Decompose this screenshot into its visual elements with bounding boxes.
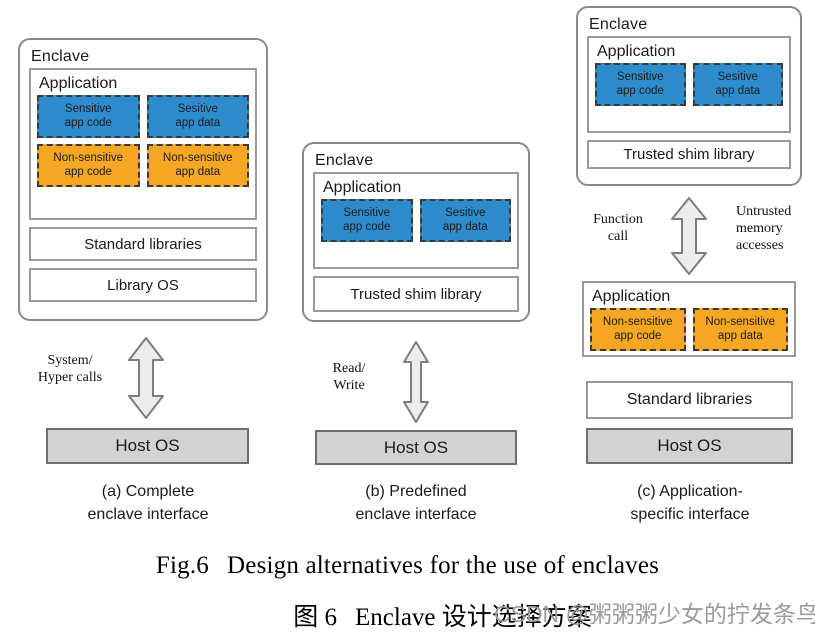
subcaption-c: (c) Application- specific interface (584, 480, 796, 526)
figure-caption-text-zh: Enclave 设计选择方案 (355, 604, 592, 631)
cell-line1: Sensitive (616, 71, 664, 83)
read-write-arrow-b (401, 340, 431, 424)
read-write-label-b: Read/ Write (308, 360, 390, 394)
cell-line1: Sensitive (343, 207, 391, 219)
enclave-box-a: Enclave Application Sensitive app code S… (18, 38, 268, 321)
untrusted-memory-accesses-label-c: Untrusted memory accesses (736, 203, 815, 254)
non-sensitive-app-data-a: Non-sensitive app data (146, 144, 249, 187)
figure-caption-number-en: Fig.6 (155, 552, 210, 579)
enclave-title-c: Enclave (589, 16, 648, 33)
cell-line1: Non-sensitive (602, 316, 673, 328)
host-os-box-c: Host OS (586, 428, 793, 464)
sensitive-app-data-a: Sesitive app data (146, 95, 249, 138)
application-box-c: Application Sensitive app code Sesitive … (587, 36, 791, 133)
cell-line2: app code (616, 84, 664, 97)
cell-line2: app data (175, 116, 221, 129)
cell-line2: app data (715, 84, 761, 97)
figure-caption-english: Fig.6 Design alternatives for the use of … (0, 552, 815, 580)
application-box-a: Application Sensitive app code Sesitive … (29, 68, 257, 220)
sensitive-cell-row-b: Sensitive app code Sesitive app data (321, 199, 511, 242)
arrow-label-line2: Write (333, 378, 365, 393)
outer-application-title-c: Application (592, 288, 671, 305)
subcaption-b: (b) Predefined enclave interface (311, 480, 521, 526)
arrow-label-line3: accesses (736, 238, 784, 253)
subcaption-line1: (a) Complete (101, 483, 195, 500)
application-title-a: Application (39, 75, 118, 92)
application-title-b: Application (323, 179, 402, 196)
non-sensitive-app-code-c: Non-sensitive app code (590, 308, 686, 351)
enclave-box-b: Enclave Application Sensitive app code S… (302, 142, 530, 322)
application-box-b: Application Sensitive app code Sesitive … (313, 172, 519, 269)
cell-line2: app code (614, 329, 662, 342)
function-call-label-c: Function call (574, 211, 662, 245)
subcaption-a: (a) Complete enclave interface (43, 480, 253, 526)
host-os-box-a: Host OS (46, 428, 249, 464)
subcaption-line2: enclave interface (87, 506, 209, 523)
non-sensitive-app-data-c: Non-sensitive app data (692, 308, 788, 351)
sensitive-cell-row-a: Sensitive app code Sesitive app data (37, 95, 249, 138)
sensitive-app-data-c: Sesitive app data (692, 63, 783, 106)
system-hyper-calls-label-a: System/ Hyper calls (20, 352, 120, 386)
figure-caption-chinese: 图 6 Enclave 设计选择方案 (0, 597, 815, 633)
sensitive-app-code-a: Sensitive app code (37, 95, 140, 138)
host-os-box-b: Host OS (315, 430, 517, 465)
sensitive-app-code-c: Sensitive app code (595, 63, 686, 106)
library-os-bar-a: Library OS (29, 268, 257, 302)
enclave-title-b: Enclave (315, 152, 374, 169)
system-hyper-calls-arrow-a (126, 336, 166, 420)
cell-line1: Non-sensitive (162, 152, 233, 164)
arrow-label-line1: Untrusted (736, 204, 792, 219)
cell-line1: Sensitive (64, 103, 112, 115)
enclave-title-a: Enclave (31, 48, 90, 65)
cell-line2: app code (64, 116, 112, 129)
outer-non-sensitive-cell-row-c: Non-sensitive app code Non-sensitive app… (590, 308, 788, 351)
arrow-label-line1: Function (593, 212, 643, 227)
arrow-label-line1: System/ (47, 353, 93, 368)
standard-libraries-box-c: Standard libraries (586, 381, 793, 419)
cell-line1: Sesitive (445, 207, 486, 219)
figure-caption-number-zh: 图 6 (293, 604, 337, 631)
subcaption-line1: (c) Application- (637, 483, 743, 500)
cell-line1: Sesitive (717, 71, 758, 83)
trusted-shim-library-bar-c: Trusted shim library (587, 140, 791, 169)
non-sensitive-cell-row-a: Non-sensitive app code Non-sensitive app… (37, 144, 249, 187)
arrow-label-line2: call (607, 229, 629, 244)
cell-line2: app data (717, 329, 763, 342)
arrow-label-line1: Read/ (332, 361, 366, 376)
sensitive-app-data-b: Sesitive app data (419, 199, 511, 242)
sensitive-cell-row-c: Sensitive app code Sesitive app data (595, 63, 783, 106)
trusted-shim-library-bar-b: Trusted shim library (313, 276, 519, 312)
subcaption-line1: (b) Predefined (365, 483, 467, 500)
cell-line1: Non-sensitive (53, 152, 124, 164)
arrow-label-line2: Hyper calls (37, 370, 103, 385)
figure-caption-text-en: Design alternatives for the use of encla… (227, 552, 660, 579)
outer-application-box-c: Application Non-sensitive app code Non-s… (582, 281, 796, 357)
cell-line1: Non-sensitive (705, 316, 776, 328)
cell-line2: app data (175, 165, 221, 178)
cell-line1: Sesitive (177, 103, 218, 115)
standard-libraries-bar-a: Standard libraries (29, 227, 257, 261)
subcaption-line2: enclave interface (355, 506, 477, 523)
application-title-c: Application (597, 43, 676, 60)
cell-line2: app code (64, 165, 112, 178)
sensitive-app-code-b: Sensitive app code (321, 199, 413, 242)
arrow-label-line2: memory (736, 221, 783, 236)
subcaption-line2: specific interface (630, 506, 750, 523)
non-sensitive-app-code-a: Non-sensitive app code (37, 144, 140, 187)
cell-line2: app code (343, 220, 391, 233)
enclave-box-c: Enclave Application Sensitive app code S… (576, 6, 802, 186)
figure-diagram: Enclave Application Sensitive app code S… (0, 0, 815, 540)
function-call-arrow-c (669, 196, 709, 276)
cell-line2: app data (442, 220, 488, 233)
